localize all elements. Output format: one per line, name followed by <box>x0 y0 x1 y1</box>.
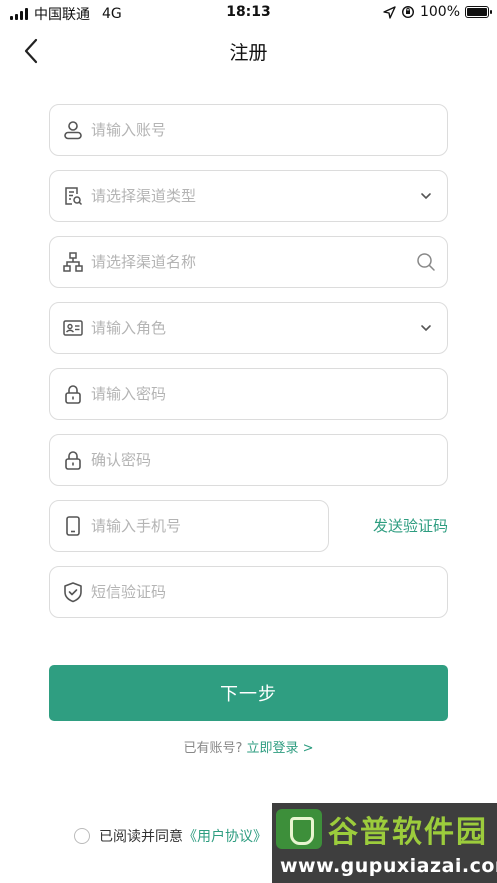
sms-code-field[interactable] <box>49 566 448 618</box>
role-select[interactable] <box>49 302 448 354</box>
watermark-url: www.gupuxiazai.com <box>280 855 497 877</box>
have-account-text: 已有账号? <box>183 741 243 756</box>
login-prompt: 已有账号? 立即登录 > <box>0 737 497 756</box>
phone-input[interactable] <box>91 501 328 551</box>
send-code-button[interactable]: 发送验证码 <box>330 500 448 552</box>
confirm-password-field[interactable] <box>49 434 448 486</box>
confirm-password-input[interactable] <box>91 435 447 485</box>
account-input[interactable] <box>91 105 447 155</box>
chevron-down-icon <box>415 185 437 207</box>
lock-icon <box>61 382 85 406</box>
channel-type-select[interactable] <box>49 170 448 222</box>
search-icon[interactable] <box>415 251 437 273</box>
shield-check-icon <box>61 580 85 604</box>
id-card-icon <box>61 316 85 340</box>
org-chart-icon <box>61 250 85 274</box>
user-agreement-link[interactable]: 《用户协议》 <box>183 826 267 846</box>
password-input[interactable] <box>91 369 447 419</box>
page-title: 注册 <box>229 42 268 64</box>
watermark-logo-icon <box>276 809 322 849</box>
battery-percent: 100% <box>419 4 460 20</box>
status-right: 100% <box>383 4 492 20</box>
location-arrow-icon <box>383 5 396 19</box>
agreement-row: 已阅读并同意 《用户协议》 <box>74 826 267 846</box>
channel-type-input[interactable] <box>91 171 415 221</box>
phone-icon <box>61 514 85 538</box>
login-now-link[interactable]: 立即登录 > <box>247 741 314 756</box>
account-field[interactable] <box>49 104 448 156</box>
chevron-down-icon <box>415 317 437 339</box>
role-input[interactable] <box>91 303 415 353</box>
channel-name-select[interactable] <box>49 236 448 288</box>
watermark: 谷普软件园 www.gupuxiazai.com <box>272 803 497 883</box>
password-field[interactable] <box>49 368 448 420</box>
status-bar: 中国联通 4G 18:13 100% <box>0 0 497 26</box>
battery-fill <box>467 8 487 16</box>
battery-icon <box>465 6 492 18</box>
phone-field[interactable] <box>49 500 329 552</box>
nav-bar: 注册 <box>0 26 497 76</box>
orientation-lock-icon <box>401 5 414 19</box>
document-search-icon <box>61 184 85 208</box>
watermark-title: 谷普软件园 <box>328 815 488 850</box>
agreement-checkbox[interactable] <box>74 828 90 844</box>
lock-icon <box>61 448 85 472</box>
next-button[interactable]: 下一步 <box>49 665 448 721</box>
agreement-prefix: 已阅读并同意 <box>99 829 183 845</box>
user-icon <box>61 118 85 142</box>
sms-code-input[interactable] <box>91 567 447 617</box>
channel-name-input[interactable] <box>91 237 415 287</box>
